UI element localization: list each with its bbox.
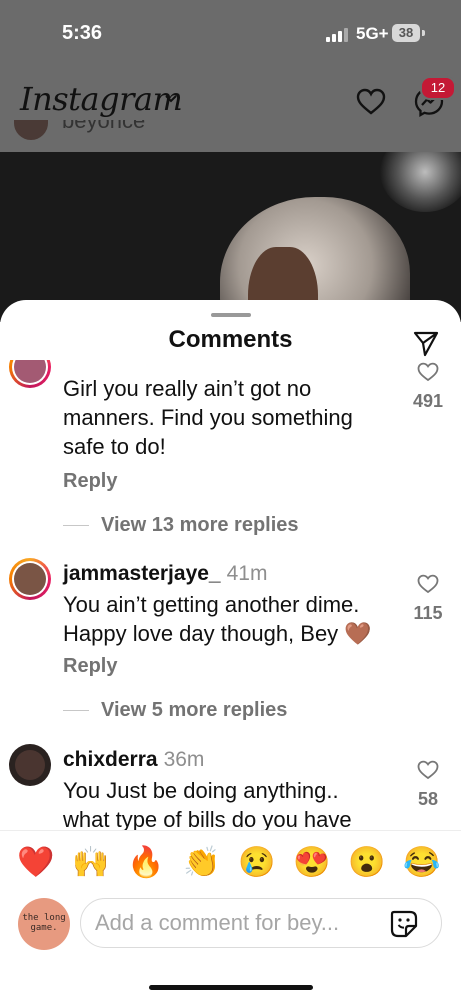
like-count: 115 xyxy=(413,603,443,623)
view-replies-link[interactable]: View 13 more replies xyxy=(63,514,299,537)
heart-outline-icon[interactable] xyxy=(417,362,439,382)
reply-button[interactable]: Reply xyxy=(63,470,117,493)
status-bar: 5:36 5G+ 38 xyxy=(0,0,461,70)
comment-composer: the long game. xyxy=(0,898,461,956)
heart-outline-icon[interactable] xyxy=(417,574,439,594)
cellular-signal-icon xyxy=(326,28,348,42)
comment-list[interactable]: Girl you really ain’t got no manners. Fi… xyxy=(0,360,461,830)
heart-outline-icon[interactable] xyxy=(417,760,439,780)
post-author-avatar xyxy=(14,120,48,140)
like-control[interactable]: 115 xyxy=(403,574,453,624)
commenter-avatar[interactable] xyxy=(9,744,51,786)
chevron-down-icon[interactable] xyxy=(164,94,178,104)
reaction-emoji[interactable]: 😂 xyxy=(400,840,444,886)
status-time: 5:36 xyxy=(62,22,103,44)
reaction-emoji[interactable]: 🔥 xyxy=(124,840,168,886)
battery-cap xyxy=(422,30,425,36)
battery-icon: 38 xyxy=(392,24,420,42)
view-replies-text: View 5 more replies xyxy=(101,699,288,721)
my-avatar-text: the long game. xyxy=(22,913,66,933)
comment-text: You ain’t getting another dime. Happy lo… xyxy=(63,592,372,646)
notification-badge: 12 xyxy=(420,76,456,100)
quick-reaction-bar: ❤️ 🙌 🔥 👏 😢 😍 😮 😂 xyxy=(0,840,461,890)
like-count: 58 xyxy=(417,789,439,809)
view-replies-text: View 13 more replies xyxy=(101,514,299,536)
my-avatar[interactable]: the long game. xyxy=(18,898,70,950)
reaction-emoji[interactable]: 👏 xyxy=(180,840,224,886)
network-type: 5G+ xyxy=(356,24,389,43)
like-control[interactable]: 491 xyxy=(403,362,453,412)
commenter-avatar[interactable] xyxy=(9,558,51,600)
reaction-emoji[interactable]: 😢 xyxy=(235,840,279,886)
home-indicator[interactable] xyxy=(149,985,313,990)
reply-button[interactable]: Reply xyxy=(63,655,117,678)
comment-text: You Just be doing anything.. what type o… xyxy=(63,778,352,830)
comments-sheet: Comments Girl you really ain’t got no ma… xyxy=(0,300,461,1000)
sheet-title: Comments xyxy=(168,326,293,353)
comment-username[interactable]: chixderra 36m xyxy=(63,748,204,772)
comment-time: 41m xyxy=(226,562,268,585)
reaction-emoji[interactable]: 🙌 xyxy=(69,840,113,886)
heart-icon[interactable] xyxy=(356,88,386,116)
reaction-emoji[interactable]: ❤️ xyxy=(14,840,58,886)
post-author-row: beyonce xyxy=(0,120,461,152)
comment-input-box[interactable] xyxy=(80,898,442,948)
comment-time: 36m xyxy=(163,748,205,771)
reaction-emoji[interactable]: 😮 xyxy=(345,840,389,886)
comment-input[interactable] xyxy=(95,899,375,947)
drag-handle[interactable] xyxy=(211,313,251,317)
post-image xyxy=(0,152,461,322)
share-send-icon[interactable] xyxy=(412,329,440,357)
comment-text: Girl you really ain’t got no manners. Fi… xyxy=(63,376,353,459)
comment-username[interactable]: jammasterjaye_ 41m xyxy=(63,562,267,586)
light-flare xyxy=(380,152,461,212)
like-count: 491 xyxy=(412,391,444,411)
divider xyxy=(0,830,461,831)
sticker-icon[interactable] xyxy=(389,909,419,939)
reaction-emoji[interactable]: 😍 xyxy=(290,840,334,886)
instagram-logo[interactable]: Instagram xyxy=(20,80,183,118)
commenter-avatar[interactable] xyxy=(9,360,51,388)
like-control[interactable]: 58 xyxy=(403,760,453,810)
view-replies-link[interactable]: View 5 more replies xyxy=(63,699,287,722)
post-author-name: beyonce xyxy=(62,120,146,133)
